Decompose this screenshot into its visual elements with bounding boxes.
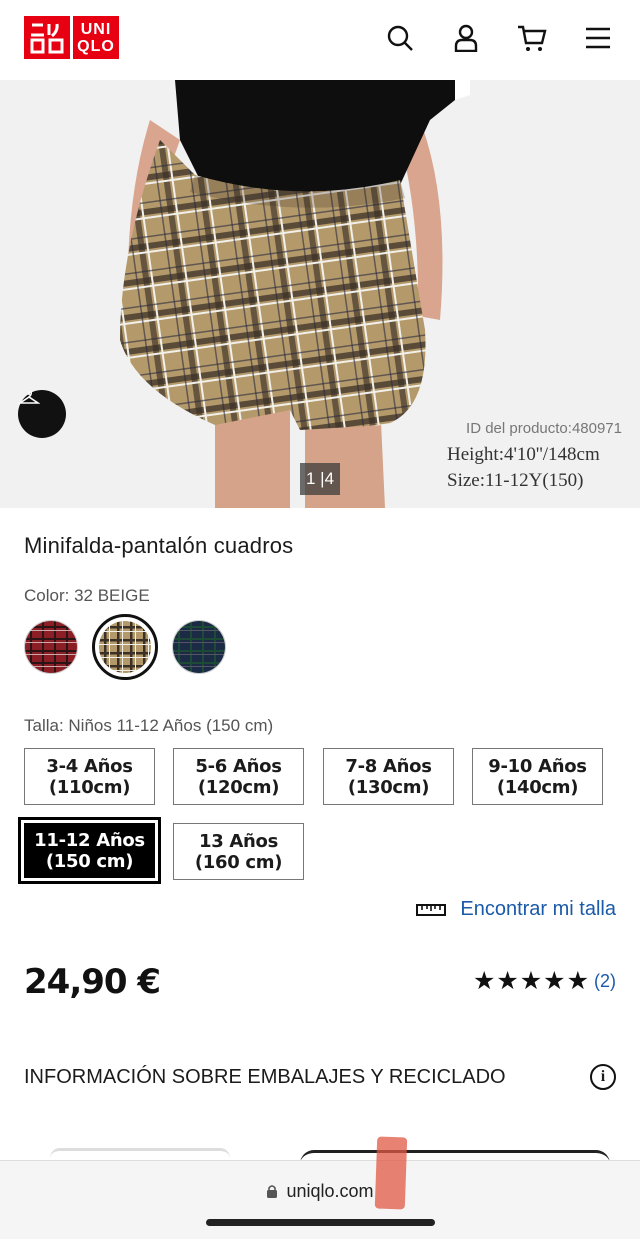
color-label: Color: 32 BEIGE <box>24 586 150 605</box>
image-pager: 1 |4 <box>300 463 340 495</box>
size-label: Talla: Niños 11-12 Años (150 cm) <box>24 716 274 735</box>
logo-top-text: UNI <box>80 20 112 38</box>
swatch-beige-fill <box>99 621 151 673</box>
lock-icon <box>267 1185 278 1198</box>
swatch-red[interactable] <box>24 620 78 674</box>
packaging-info-row[interactable]: INFORMACIÓN SOBRE EMBALAJES Y RECICLADO … <box>24 1064 616 1090</box>
url-display[interactable]: uniqlo.com <box>0 1181 640 1202</box>
size-option-5-6[interactable]: 5-6 Años (120cm) <box>173 748 304 805</box>
url-text: uniqlo.com <box>286 1181 374 1201</box>
model-height: Height:4'10''/148cm <box>447 444 600 465</box>
find-my-size-link[interactable]: Encontrar mi talla <box>416 898 616 921</box>
search-icon[interactable] <box>382 20 418 56</box>
site-header: UNI QLO <box>0 0 640 80</box>
header-actions <box>382 20 616 56</box>
packaging-info-label: INFORMACIÓN SOBRE EMBALAJES Y RECICLADO <box>24 1065 506 1088</box>
info-icon[interactable]: i <box>590 1064 616 1090</box>
katakana-glyphs <box>30 23 64 53</box>
review-count-link[interactable]: (2) <box>594 971 616 992</box>
size-option-9-10[interactable]: 9-10 Años (140cm) <box>472 748 603 805</box>
size-option-7-8[interactable]: 7-8 Años (130cm) <box>323 748 454 805</box>
find-my-size-label: Encontrar mi talla <box>460 898 616 920</box>
annotation-mark <box>374 1136 408 1210</box>
product-title: Minifalda-pantalón cuadros <box>24 533 294 558</box>
product-rating[interactable]: ★★★★★ (2) <box>473 966 616 996</box>
size-option-13[interactable]: 13 Años (160 cm) <box>173 823 304 880</box>
logo-latin-block: UNI QLO <box>73 16 119 59</box>
model-size: Size:11-12Y(150) <box>447 470 584 491</box>
model-info: Height:4'10''/148cm Size:11-12Y(150) <box>447 442 600 494</box>
account-icon[interactable] <box>448 20 484 56</box>
menu-icon[interactable] <box>580 20 616 56</box>
hanger-icon[interactable] <box>18 390 66 438</box>
product-id: ID del producto:480971 <box>466 420 622 437</box>
uniqlo-logo[interactable]: UNI QLO <box>24 16 119 59</box>
ruler-icon <box>416 903 447 916</box>
home-indicator[interactable] <box>206 1219 435 1226</box>
size-option-3-4[interactable]: 3-4 Años (110cm) <box>24 748 155 805</box>
logo-katakana-block <box>24 16 70 59</box>
swatch-navy[interactable] <box>172 620 226 674</box>
swatch-beige[interactable] <box>92 614 158 680</box>
size-option-11-12[interactable]: 11-12 Años (150 cm) <box>18 817 161 884</box>
color-swatches <box>24 614 226 680</box>
product-image-carousel[interactable]: ID del producto:480971 Height:4'10''/148… <box>0 80 640 508</box>
logo-bottom-text: QLO <box>77 37 115 55</box>
product-price: 24,90 € <box>24 962 161 1002</box>
cart-icon[interactable] <box>514 20 550 56</box>
rating-stars: ★★★★★ <box>472 967 590 995</box>
browser-address-bar[interactable]: uniqlo.com <box>0 1160 640 1239</box>
